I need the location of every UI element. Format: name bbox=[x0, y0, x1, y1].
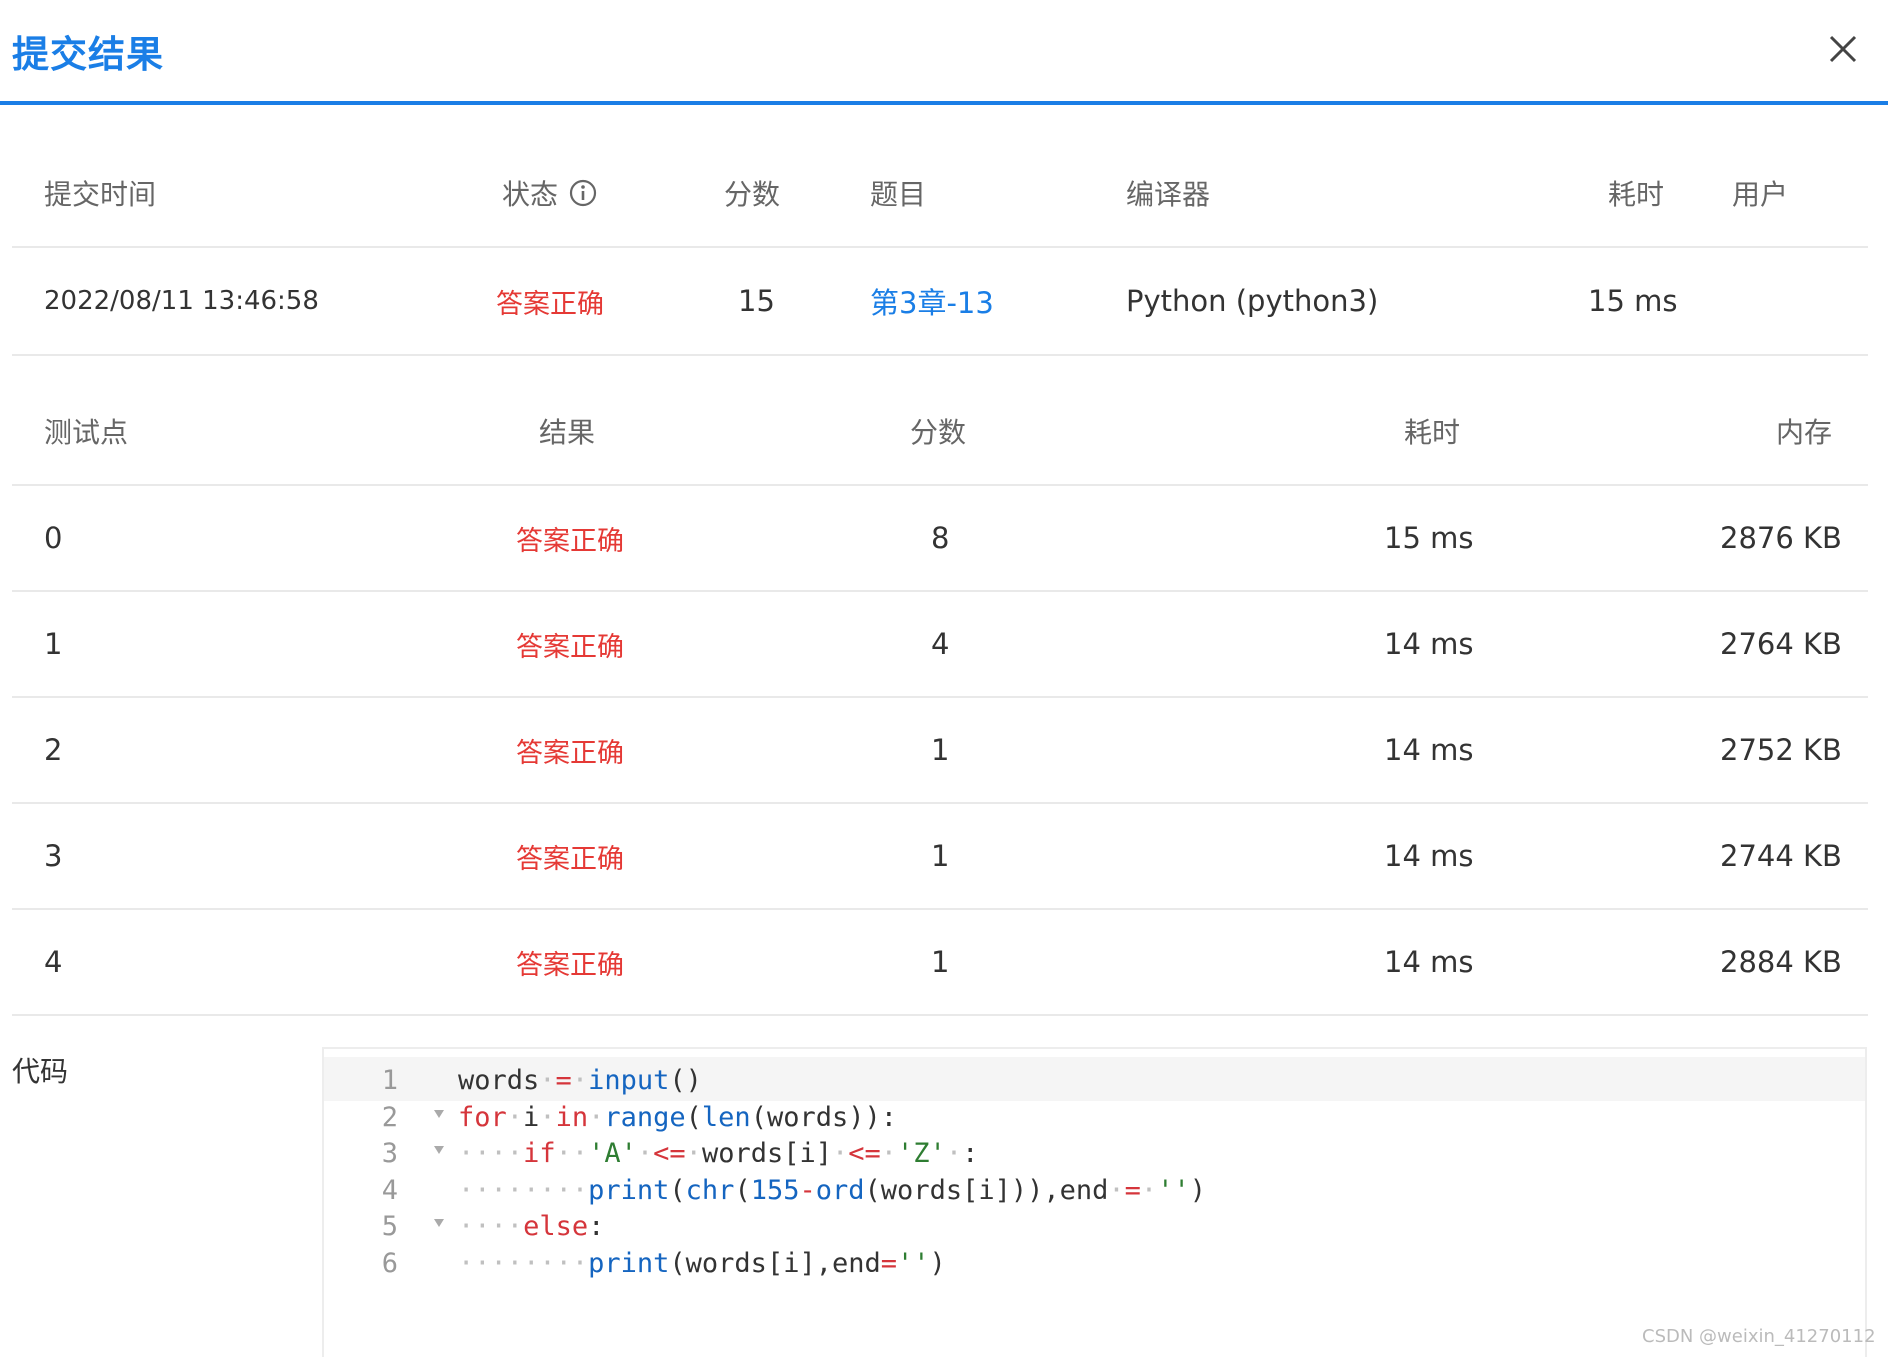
header-test-id: 测试点 bbox=[44, 416, 129, 449]
test-score: 1 bbox=[931, 733, 950, 767]
header-result: 结果 bbox=[539, 416, 596, 449]
test-id: 3 bbox=[44, 839, 63, 873]
table-row: 1 答案正确 4 14 ms 2764 KB bbox=[12, 592, 1868, 698]
test-id: 1 bbox=[44, 627, 63, 661]
test-result: 答案正确 bbox=[516, 737, 624, 769]
test-result: 答案正确 bbox=[516, 525, 624, 557]
code-text: for·i·in·range(len(words)): bbox=[458, 1101, 897, 1133]
line-number: 4 bbox=[381, 1174, 398, 1206]
test-time: 14 ms bbox=[1384, 839, 1474, 873]
test-time: 14 ms bbox=[1384, 627, 1474, 661]
header-test-time: 耗时 bbox=[1404, 416, 1461, 449]
header-problem: 题目 bbox=[870, 178, 927, 211]
code-text: ········print(chr(155-ord(words[i])),end… bbox=[458, 1174, 1206, 1206]
problem-link[interactable]: 第3章-13 bbox=[870, 248, 994, 354]
table-row: 2 答案正确 1 14 ms 2752 KB bbox=[12, 698, 1868, 804]
submit-time: 2022/08/11 13:46:58 bbox=[44, 286, 319, 316]
fold-arrow-icon[interactable] bbox=[434, 1219, 444, 1228]
code-editor[interactable]: 1 words·=·input() 2 for·i·in·range(len(word… bbox=[322, 1047, 1867, 1357]
test-time: 15 ms bbox=[1384, 521, 1474, 555]
code-text: ········print(words[i],end='') bbox=[458, 1248, 946, 1279]
test-score: 4 bbox=[931, 627, 950, 661]
dialog-header: 提交结果 bbox=[0, 0, 1888, 105]
tests-header-row: 测试点 结果 分数 耗时 内存 bbox=[12, 378, 1868, 486]
header-submit-time: 提交时间 bbox=[44, 178, 157, 211]
test-time: 14 ms bbox=[1384, 945, 1474, 979]
header-elapsed: 耗时 bbox=[1608, 178, 1665, 211]
compiler-value: Python (python3) bbox=[1126, 284, 1379, 318]
info-icon[interactable] bbox=[568, 178, 598, 208]
status-badge: 答案正确 bbox=[496, 288, 604, 320]
header-user: 用户 bbox=[1732, 178, 1789, 211]
test-score: 1 bbox=[931, 839, 950, 873]
code-label: 代码 bbox=[12, 1055, 69, 1088]
test-score: 1 bbox=[931, 945, 950, 979]
code-line: 6 ········print(words[i],end='') bbox=[324, 1240, 1865, 1284]
test-score: 8 bbox=[931, 521, 950, 555]
header-status-label: 状态 bbox=[502, 178, 559, 211]
test-id: 0 bbox=[44, 521, 63, 555]
test-memory: 2752 KB bbox=[1720, 733, 1842, 767]
line-number: 2 bbox=[381, 1101, 398, 1133]
test-time: 14 ms bbox=[1384, 733, 1474, 767]
close-icon[interactable] bbox=[1822, 28, 1864, 70]
table-row: 0 答案正确 8 15 ms 2876 KB bbox=[12, 486, 1868, 592]
dialog-title: 提交结果 bbox=[12, 33, 164, 76]
line-number: 5 bbox=[381, 1211, 398, 1243]
elapsed-value: 15 ms bbox=[1588, 284, 1678, 318]
summary-row: 2022/08/11 13:46:58 答案正确 15 第3章-13 Pytho… bbox=[12, 248, 1868, 356]
header-memory: 内存 bbox=[1776, 416, 1833, 449]
line-number: 3 bbox=[381, 1138, 398, 1170]
test-result: 答案正确 bbox=[516, 631, 624, 663]
table-row: 3 答案正确 1 14 ms 2744 KB bbox=[12, 804, 1868, 910]
test-memory: 2744 KB bbox=[1720, 839, 1842, 873]
watermark: CSDN @weixin_41270112 bbox=[1642, 1326, 1876, 1347]
header-compiler: 编译器 bbox=[1126, 178, 1211, 211]
fold-arrow-icon[interactable] bbox=[434, 1146, 444, 1155]
test-memory: 2884 KB bbox=[1720, 945, 1842, 979]
header-status: 状态 bbox=[502, 140, 598, 246]
summary-score: 15 bbox=[738, 284, 775, 318]
code-text: ····else: bbox=[458, 1211, 605, 1243]
header-test-score: 分数 bbox=[910, 416, 967, 449]
fold-arrow-icon[interactable] bbox=[434, 1109, 444, 1118]
test-id: 2 bbox=[44, 733, 63, 767]
code-text: words·=·input() bbox=[458, 1065, 702, 1096]
line-number: 1 bbox=[381, 1065, 398, 1096]
table-row: 4 答案正确 1 14 ms 2884 KB bbox=[12, 910, 1868, 1016]
code-text: ····if··'A'·<=·words[i]·<=·'Z'·: bbox=[458, 1138, 979, 1170]
test-id: 4 bbox=[44, 945, 63, 979]
test-result: 答案正确 bbox=[516, 843, 624, 875]
line-number: 6 bbox=[381, 1248, 398, 1279]
test-memory: 2876 KB bbox=[1720, 521, 1842, 555]
test-result: 答案正确 bbox=[516, 949, 624, 981]
summary-header-row: 提交时间 状态 分数 题目 编译器 耗时 用户 bbox=[12, 140, 1868, 248]
header-score: 分数 bbox=[724, 178, 781, 211]
test-memory: 2764 KB bbox=[1720, 627, 1842, 661]
